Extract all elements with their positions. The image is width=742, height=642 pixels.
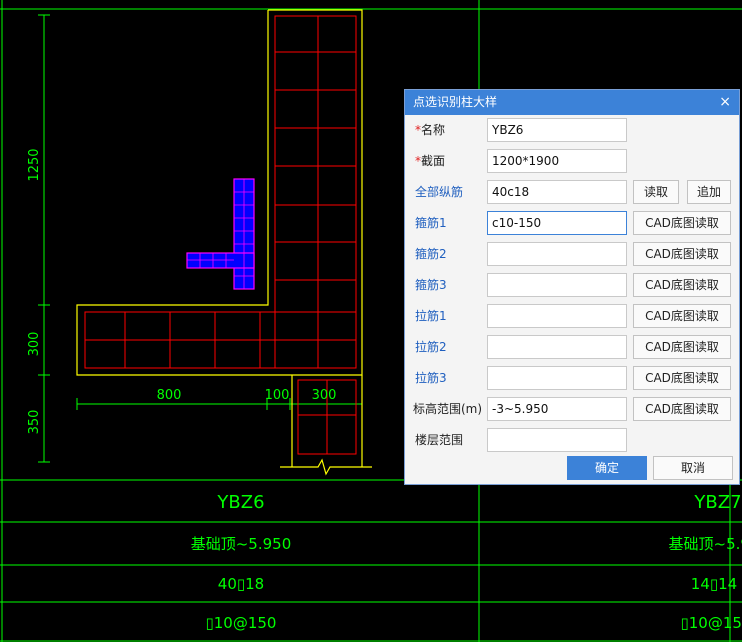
column-table: YBZ6 基础顶~5.950 40▯18 ▯10@150 YBZ7 基础顶~5.… [191, 492, 742, 632]
cad-read-button-tie3[interactable]: CAD底图读取 [633, 366, 731, 390]
label-elevation: 标高范围(m) [413, 402, 483, 416]
label-tie2: 拉筋2 [415, 340, 447, 354]
col2-bars: 14▯14 [691, 575, 737, 593]
dim-1250: 1250 [27, 148, 42, 181]
tie1-input[interactable] [487, 304, 627, 328]
cad-read-button-tie2[interactable]: CAD底图读取 [633, 335, 731, 359]
floor-input[interactable] [487, 428, 627, 452]
col1-bars: 40▯18 [218, 575, 264, 593]
tie2-input[interactable] [487, 335, 627, 359]
dim-350: 350 [27, 410, 42, 435]
label-long-bar: 全部纵筋 [415, 185, 464, 199]
cancel-button[interactable]: 取消 [653, 456, 733, 480]
append-button[interactable]: 追加 [687, 180, 731, 204]
cad-read-button-stirrup3[interactable]: CAD底图读取 [633, 273, 731, 297]
col2-stirrup: ▯10@150 [681, 614, 742, 632]
cad-read-button-elevation[interactable]: CAD底图读取 [633, 397, 731, 421]
name-input[interactable] [487, 118, 627, 142]
label-stirrup3: 箍筋3 [415, 278, 447, 292]
tie3-input[interactable] [487, 366, 627, 390]
col2-name: YBZ7 [693, 492, 741, 513]
col1-elev: 基础顶~5.950 [191, 535, 292, 553]
col1-name: YBZ6 [216, 492, 264, 513]
selected-column [186, 178, 255, 290]
dim-100: 100 [265, 388, 290, 403]
dialog-title: 点选识别柱大样 [405, 90, 739, 115]
dim-800: 800 [157, 388, 182, 403]
label-stirrup1: 箍筋1 [415, 216, 447, 230]
label-name: *名称 [415, 123, 446, 137]
cad-read-button-tie1[interactable]: CAD底图读取 [633, 304, 731, 328]
col2-elev: 基础顶~5.95 [669, 535, 742, 553]
label-tie1: 拉筋1 [415, 309, 447, 323]
label-stirrup2: 箍筋2 [415, 247, 447, 261]
elevation-input[interactable] [487, 397, 627, 421]
section-input[interactable] [487, 149, 627, 173]
stirrup1-input[interactable] [487, 211, 627, 235]
ok-button[interactable]: 确定 [567, 456, 647, 480]
col1-stirrup: ▯10@150 [206, 614, 277, 632]
read-button[interactable]: 读取 [633, 180, 679, 204]
identify-column-dialog: 点选识别柱大样 × *名称 *截面 全部纵筋 读取 追加 箍筋1 CAD底图读取… [404, 89, 740, 485]
stirrup2-input[interactable] [487, 242, 627, 266]
cad-read-button-stirrup1[interactable]: CAD底图读取 [633, 211, 731, 235]
cad-read-button-stirrup2[interactable]: CAD底图读取 [633, 242, 731, 266]
label-section: *截面 [415, 154, 446, 168]
close-icon[interactable]: × [719, 90, 731, 115]
stirrup3-input[interactable] [487, 273, 627, 297]
dim-300b: 300 [312, 388, 337, 403]
dimension-labels: 1250 300 350 800 100 300 [27, 148, 336, 434]
label-tie3: 拉筋3 [415, 371, 447, 385]
long-bar-input[interactable] [487, 180, 627, 204]
label-floor: 楼层范围 [415, 433, 464, 447]
dim-300: 300 [27, 332, 42, 357]
